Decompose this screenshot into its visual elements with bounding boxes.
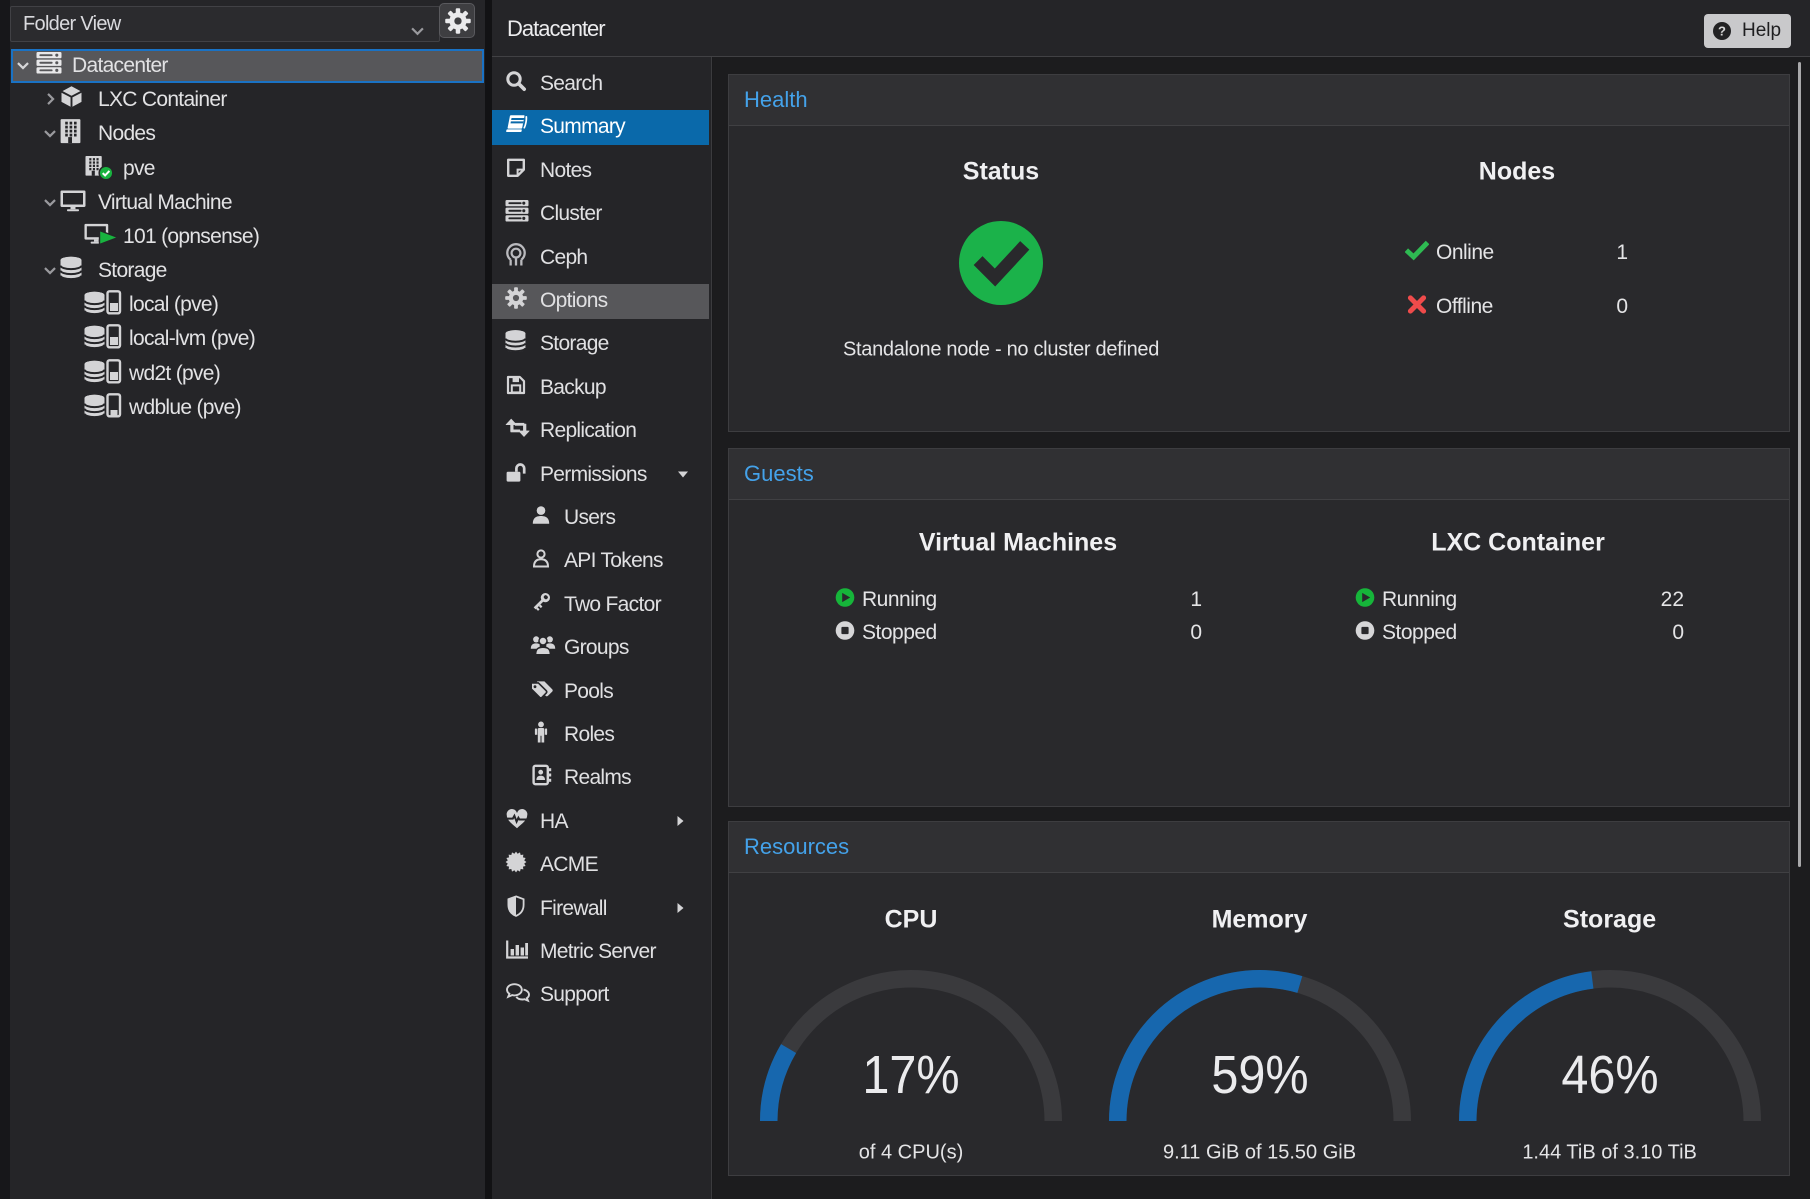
svg-text:?: ?: [1718, 24, 1726, 39]
